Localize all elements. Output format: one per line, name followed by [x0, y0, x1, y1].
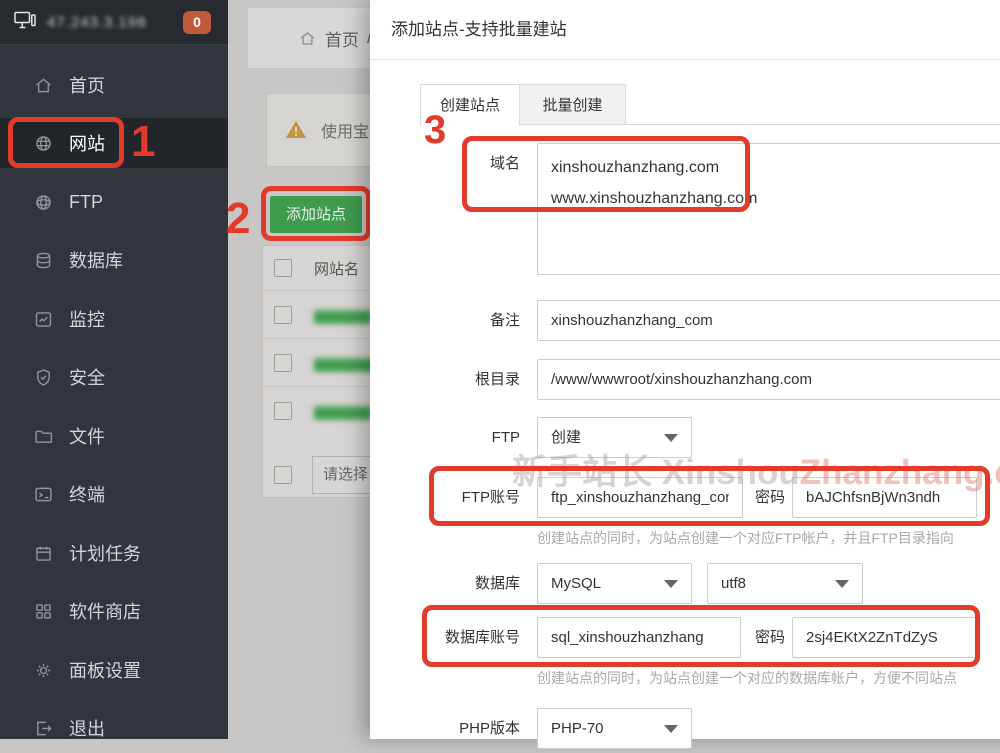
chevron-down-icon: [664, 434, 678, 442]
monitor-chart-icon: [33, 309, 54, 330]
rootdir-label: 根目录: [370, 359, 520, 400]
sidebar-item-security[interactable]: 安全: [0, 352, 228, 402]
sidebar-item-label: 首页: [69, 72, 105, 98]
sidebar-item-terminal[interactable]: 终端: [0, 469, 228, 519]
php-version-label: PHP版本: [370, 708, 520, 749]
php-version-value: PHP-70: [551, 720, 604, 737]
sidebar-item-label: 网站: [69, 130, 105, 156]
ftp-select-value: 创建: [551, 429, 581, 446]
sidebar-item-cron[interactable]: 计划任务: [0, 528, 228, 578]
db-password-label: 密码: [675, 617, 785, 658]
sidebar-item-label: 监控: [69, 306, 105, 332]
footer-checkbox[interactable]: [274, 466, 292, 484]
main-content-dimmed: 首页 / 使用宝塔 添加站点 网站名 ▆▆▆▆▆ ▆▆▆▆▆▆ ▆▆▆▆▆: [228, 0, 370, 739]
modal-header-divider: [370, 59, 1000, 60]
site-name-blurred[interactable]: ▆▆▆▆▆: [314, 402, 372, 420]
modal-title: 添加站点-支持批量建站: [391, 0, 567, 59]
logout-icon: [33, 718, 54, 739]
sidebar-item-database[interactable]: 数据库: [0, 235, 228, 285]
home-icon: [33, 75, 54, 96]
warning-triangle-icon: [284, 118, 308, 142]
rootdir-input[interactable]: [537, 359, 1000, 400]
sidebar-item-files[interactable]: 文件: [0, 411, 228, 461]
calendar-icon: [33, 543, 54, 564]
database-label: 数据库: [370, 563, 520, 604]
column-header-sitename: 网站名: [314, 258, 359, 279]
breadcrumb[interactable]: 首页 /: [298, 8, 372, 68]
add-site-button[interactable]: 添加站点: [270, 196, 362, 233]
domain-label: 域名: [370, 143, 520, 184]
home-icon: [298, 29, 317, 48]
gear-icon: [33, 660, 54, 681]
terminal-icon: [33, 484, 54, 505]
server-ip: 47.243.3.198: [47, 14, 147, 31]
sidebar-item-label: 计划任务: [69, 540, 141, 566]
sidebar-item-label: 数据库: [69, 247, 123, 273]
sidebar-item-home[interactable]: 首页: [0, 60, 228, 110]
ftp-globe-icon: [33, 192, 54, 213]
database-type-select[interactable]: MySQL: [537, 563, 692, 604]
website-globe-icon: [33, 133, 54, 154]
database-charset-value: utf8: [721, 575, 746, 592]
db-password-input[interactable]: [792, 617, 977, 658]
sidebar-item-label: 安全: [69, 364, 105, 390]
sidebar-item-ftp[interactable]: FTP: [0, 177, 228, 227]
ftp-hint: 创建站点的同时，为站点创建一个对应FTP帐户，并且FTP目录指向: [537, 528, 954, 548]
database-charset-select[interactable]: utf8: [707, 563, 863, 604]
db-hint: 创建站点的同时，为站点创建一个对应的数据库帐户，方便不同站点: [537, 668, 957, 688]
chevron-down-icon: [835, 580, 849, 588]
php-version-select[interactable]: PHP-70: [537, 708, 692, 749]
sidebar-item-website[interactable]: 网站: [0, 118, 228, 168]
sidebar-item-label: 软件商店: [69, 598, 141, 624]
row-checkbox[interactable]: [274, 354, 292, 372]
ftp-password-input[interactable]: [792, 477, 977, 518]
ftp-account-label: FTP账号: [370, 477, 520, 518]
note-label: 备注: [370, 300, 520, 341]
sidebar-item-panel-settings[interactable]: 面板设置: [0, 645, 228, 695]
ftp-select[interactable]: 创建: [537, 417, 692, 458]
database-type-value: MySQL: [551, 575, 601, 592]
domain-textarea[interactable]: xinshouzhanzhang.com www.xinshouzhanzhan…: [537, 143, 1000, 275]
folder-icon: [33, 426, 54, 447]
site-name-blurred[interactable]: ▆▆▆▆▆: [314, 306, 372, 324]
row-checkbox[interactable]: [274, 402, 292, 420]
ftp-password-label: 密码: [675, 477, 785, 518]
appstore-grid-icon: [33, 601, 54, 622]
ftp-label: FTP: [370, 417, 520, 458]
add-site-modal: 添加站点-支持批量建站 创建站点 批量创建 域名 xinshouzhanzhan…: [370, 0, 1000, 739]
note-input[interactable]: [537, 300, 1000, 341]
sidebar: 47.243.3.198 0 首页 网站 FTP 数据库: [0, 0, 228, 739]
message-count-badge[interactable]: 0: [183, 11, 211, 34]
sidebar-item-monitor[interactable]: 监控: [0, 294, 228, 344]
chevron-down-icon: [664, 725, 678, 733]
server-monitor-icon: [12, 8, 38, 37]
select-all-checkbox[interactable]: [274, 259, 292, 277]
sidebar-item-label: FTP: [69, 192, 103, 213]
breadcrumb-home[interactable]: 首页: [325, 26, 359, 51]
sidebar-item-label: 文件: [69, 423, 105, 449]
database-icon: [33, 250, 54, 271]
chevron-down-icon: [664, 580, 678, 588]
shield-icon: [33, 367, 54, 388]
tab-batch-create[interactable]: 批量创建: [519, 84, 626, 125]
sidebar-item-label: 终端: [69, 481, 105, 507]
row-checkbox[interactable]: [274, 306, 292, 324]
sidebar-item-label: 退出: [69, 715, 105, 741]
db-account-label: 数据库账号: [370, 617, 520, 658]
sidebar-item-appstore[interactable]: 软件商店: [0, 586, 228, 636]
tab-create-site[interactable]: 创建站点: [420, 84, 520, 126]
sidebar-item-label: 面板设置: [69, 657, 141, 683]
sidebar-header: 47.243.3.198 0: [0, 0, 228, 45]
sidebar-item-logout[interactable]: 退出: [0, 703, 228, 753]
